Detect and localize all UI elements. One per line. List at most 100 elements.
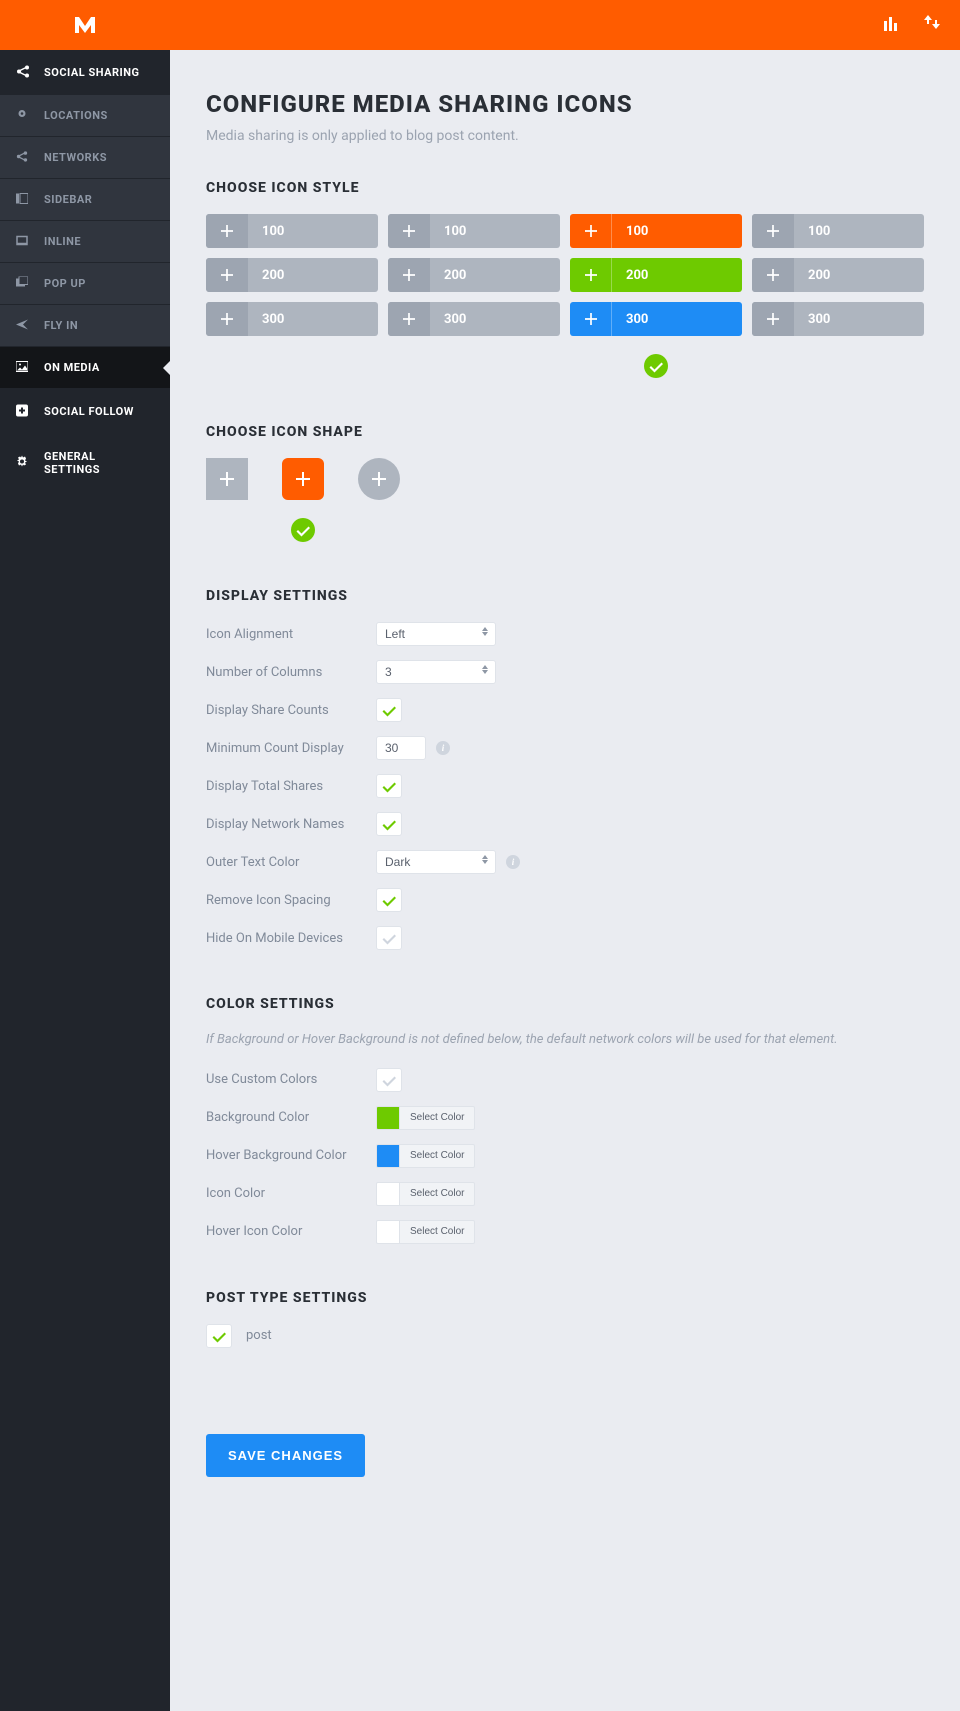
shape-rounded[interactable]: [282, 458, 324, 500]
style-label: 300: [248, 312, 378, 327]
stats-icon[interactable]: [884, 15, 900, 35]
sidebar-item-label: LOCATIONS: [44, 109, 108, 122]
style-label: 200: [430, 268, 560, 283]
gear-icon: [16, 456, 28, 471]
toggle-share-counts[interactable]: [376, 698, 402, 722]
label-hover-bg-color: Hover Background Color: [206, 1148, 376, 1163]
section-title-style: CHOOSE ICON STYLE: [206, 180, 924, 196]
color-note: If Background or Hover Background is not…: [206, 1030, 924, 1050]
label-total-shares: Display Total Shares: [206, 779, 376, 794]
sidebar-layout-icon: [16, 192, 28, 207]
style-label: 100: [430, 224, 560, 239]
sidebar-item-general-settings[interactable]: GENERAL SETTINGS: [0, 434, 170, 492]
sidebar-item-social-follow[interactable]: SOCIAL FOLLOW: [0, 389, 170, 434]
swatch-hover-icon[interactable]: [376, 1220, 400, 1244]
toggle-network-names[interactable]: [376, 812, 402, 836]
label-outer-text: Outer Text Color: [206, 855, 376, 870]
plus-icon: [206, 258, 248, 292]
label-remove-spacing: Remove Icon Spacing: [206, 893, 376, 908]
plus-icon: [570, 302, 612, 336]
section-title-display: DISPLAY SETTINGS: [206, 588, 924, 604]
style-option[interactable]: 200: [570, 258, 742, 292]
sidebar-item-locations[interactable]: LOCATIONS: [0, 95, 170, 137]
select-icon-alignment[interactable]: Left: [376, 622, 496, 646]
sidebar-item-on-media[interactable]: ON MEDIA: [0, 347, 170, 389]
swatch-hover-bg[interactable]: [376, 1144, 400, 1168]
shape-square[interactable]: [206, 458, 248, 500]
info-icon[interactable]: i: [436, 741, 450, 755]
sidebar-item-networks[interactable]: NETWORKS: [0, 137, 170, 179]
select-outer-text[interactable]: Dark: [376, 850, 496, 874]
button-select-bg-color[interactable]: Select Color: [400, 1106, 475, 1130]
label-hover-icon-color: Hover Icon Color: [206, 1224, 376, 1239]
button-select-icon-color[interactable]: Select Color: [400, 1182, 475, 1206]
style-label: 300: [430, 312, 560, 327]
style-option[interactable]: 100: [570, 214, 742, 248]
style-option[interactable]: 300: [206, 302, 378, 336]
import-export-icon[interactable]: [924, 15, 940, 35]
toggle-remove-spacing[interactable]: [376, 888, 402, 912]
plus-icon: [752, 214, 794, 248]
share-icon: [16, 64, 30, 81]
sidebar-item-label: GENERAL SETTINGS: [44, 450, 100, 476]
style-option[interactable]: 200: [388, 258, 560, 292]
style-option[interactable]: 100: [388, 214, 560, 248]
section-title-shape: CHOOSE ICON SHAPE: [206, 424, 924, 440]
style-option[interactable]: 300: [752, 302, 924, 336]
page-subtitle: Media sharing is only applied to blog po…: [206, 128, 924, 144]
plus-icon: [752, 258, 794, 292]
toggle-total-shares[interactable]: [376, 774, 402, 798]
shape-circle[interactable]: [358, 458, 400, 500]
plus-icon: [570, 258, 612, 292]
selected-check-icon: [644, 354, 668, 378]
style-option[interactable]: 100: [752, 214, 924, 248]
style-label: 100: [248, 224, 378, 239]
toggle-hide-mobile[interactable]: [376, 926, 402, 950]
page-title: CONFIGURE MEDIA SHARING ICONS: [206, 90, 924, 118]
popup-icon: [16, 276, 28, 291]
style-option[interactable]: 200: [206, 258, 378, 292]
select-num-columns[interactable]: 3: [376, 660, 496, 684]
label-bg-color: Background Color: [206, 1110, 376, 1125]
plus-icon: [206, 214, 248, 248]
logo[interactable]: [0, 0, 170, 50]
style-option[interactable]: 100: [206, 214, 378, 248]
info-icon[interactable]: i: [506, 855, 520, 869]
swatch-bg[interactable]: [376, 1106, 400, 1130]
label-min-count: Minimum Count Display: [206, 741, 376, 756]
sidebar-item-label: SOCIAL FOLLOW: [44, 405, 134, 418]
sidebar-item-label: NETWORKS: [44, 151, 107, 164]
label-hide-mobile: Hide On Mobile Devices: [206, 931, 376, 946]
style-option[interactable]: 300: [570, 302, 742, 336]
sidebar-item-sidebar[interactable]: SIDEBAR: [0, 179, 170, 221]
swatch-icon[interactable]: [376, 1182, 400, 1206]
sidebar-item-flyin[interactable]: FLY IN: [0, 305, 170, 347]
sidebar-group-social-sharing[interactable]: SOCIAL SHARING: [0, 50, 170, 95]
style-option[interactable]: 200: [752, 258, 924, 292]
sidebar: SOCIAL SHARING LOCATIONS NETWORKS SIDEBA…: [0, 50, 170, 1711]
plus-icon: [388, 214, 430, 248]
style-label: 100: [612, 224, 742, 239]
style-label: 300: [794, 312, 924, 327]
toggle-custom-colors[interactable]: [376, 1068, 402, 1092]
posttype-label: post: [246, 1328, 272, 1343]
input-min-count[interactable]: [376, 736, 426, 760]
sidebar-item-popup[interactable]: POP UP: [0, 263, 170, 305]
sidebar-item-label: FLY IN: [44, 319, 78, 332]
sidebar-item-label: INLINE: [44, 235, 81, 248]
sidebar-item-label: POP UP: [44, 277, 86, 290]
sidebar-item-label: ON MEDIA: [44, 361, 100, 374]
sidebar-group-label: SOCIAL SHARING: [44, 66, 140, 79]
share-icon: [16, 150, 28, 165]
label-icon-alignment: Icon Alignment: [206, 627, 376, 642]
button-select-hover-bg-color[interactable]: Select Color: [400, 1144, 475, 1168]
save-button[interactable]: SAVE CHANGES: [206, 1434, 365, 1477]
plus-icon: [752, 302, 794, 336]
pin-icon: [16, 108, 28, 123]
sidebar-item-inline[interactable]: INLINE: [0, 221, 170, 263]
image-icon: [16, 360, 28, 375]
style-option[interactable]: 300: [388, 302, 560, 336]
button-select-hover-icon-color[interactable]: Select Color: [400, 1220, 475, 1244]
plus-icon: [388, 302, 430, 336]
toggle-posttype-post[interactable]: [206, 1324, 232, 1348]
